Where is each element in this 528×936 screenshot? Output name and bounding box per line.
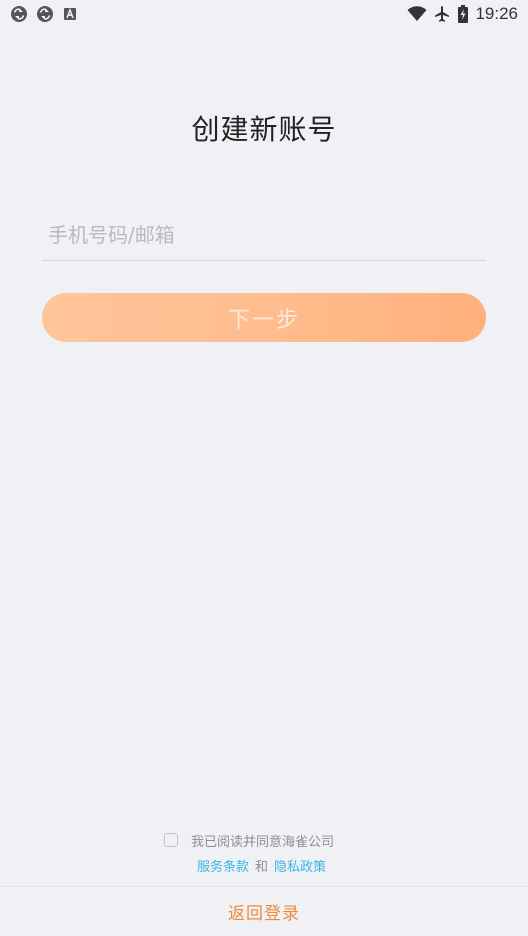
account-input[interactable] bbox=[42, 212, 486, 258]
status-left bbox=[10, 4, 78, 24]
wifi-icon bbox=[407, 6, 427, 22]
battery-charging-icon bbox=[457, 5, 469, 23]
terms-of-service-link[interactable]: 服务条款 bbox=[197, 856, 249, 875]
page-title: 创建新账号 bbox=[191, 113, 337, 146]
agreement-text: 我已阅读并同意海雀公司 bbox=[191, 834, 335, 850]
agreement-links-row: 服务条款 和 隐私政策 bbox=[197, 854, 326, 876]
account-input-container bbox=[42, 212, 486, 261]
and-text: 和 bbox=[255, 859, 269, 875]
text-a-icon bbox=[62, 6, 78, 22]
privacy-policy-link[interactable]: 隐私政策 bbox=[274, 856, 326, 875]
agreement-row: 我已阅读并同意海雀公司 bbox=[164, 828, 334, 852]
airplane-icon bbox=[433, 5, 451, 23]
status-bar: 19:26 bbox=[0, 0, 528, 28]
back-to-login-button[interactable]: 返回登录 bbox=[0, 887, 528, 936]
status-right: 19:26 bbox=[407, 4, 518, 24]
agreement-checkbox[interactable] bbox=[164, 833, 178, 847]
sync-icon bbox=[10, 5, 28, 23]
sync-icon bbox=[36, 5, 54, 23]
next-button[interactable]: 下一步 bbox=[42, 293, 486, 342]
status-time: 19:26 bbox=[475, 4, 518, 23]
